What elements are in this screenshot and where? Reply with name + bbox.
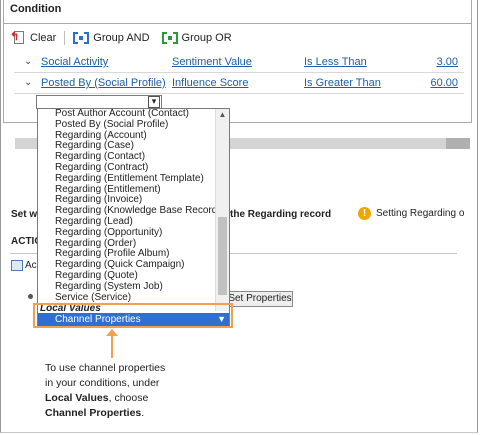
- row-value-link[interactable]: 3.00: [437, 56, 458, 68]
- warning-text: Setting Regarding o: [376, 208, 465, 219]
- dropdown-options: Post Author Account (Contact) Posted By …: [38, 109, 221, 326]
- group-or-icon: [161, 31, 178, 45]
- group-or-label: Group OR: [181, 32, 232, 44]
- callout-bold-local-values: Local Values: [45, 392, 109, 404]
- clear-button[interactable]: ↰ Clear: [4, 31, 62, 45]
- toolbar-separator: [64, 31, 66, 45]
- callout-arrow-line: [111, 334, 113, 358]
- dropdown-option[interactable]: Regarding (Entitlement Template): [38, 173, 216, 185]
- condition-toolbar: ↰ Clear Group AND Group OR: [4, 27, 471, 49]
- dropdown-option[interactable]: Posted By (Social Profile): [38, 119, 216, 131]
- callout-line-1: To use channel properties: [45, 362, 166, 374]
- callout-line-2: in your conditions, under: [45, 377, 160, 389]
- chevron-down-icon[interactable]: ⌄: [24, 56, 32, 67]
- condition-row: ⌄ Posted By (Social Profile) Influence S…: [14, 73, 464, 94]
- clear-label: Clear: [30, 32, 57, 44]
- row-operator-link[interactable]: Is Less Than: [304, 56, 367, 68]
- row-operator-link[interactable]: Is Greater Than: [304, 77, 381, 89]
- chevron-down-icon[interactable]: ⌄: [24, 77, 32, 88]
- group-and-label: Group AND: [93, 32, 150, 44]
- callout-bold-channel-properties: Channel Properties: [45, 407, 142, 419]
- row-value-link[interactable]: 60.00: [430, 77, 458, 89]
- row-attribute-link[interactable]: Influence Score: [172, 77, 248, 89]
- dropdown-option[interactable]: Service (Service): [38, 292, 216, 304]
- row-field-link[interactable]: Posted By (Social Profile): [41, 77, 166, 89]
- panel-title: Condition: [4, 0, 471, 24]
- condition-row: ⌄ Social Activity Sentiment Value Is Les…: [14, 52, 464, 73]
- condition-rows: ⌄ Social Activity Sentiment Value Is Les…: [14, 52, 464, 94]
- group-and-icon: [73, 31, 90, 45]
- chevron-down-icon[interactable]: ▾: [148, 96, 160, 108]
- entity-dropdown-list[interactable]: Post Author Account (Contact) Posted By …: [37, 108, 230, 327]
- bullet-icon: [28, 294, 33, 299]
- scroll-thumb-horizontal[interactable]: [446, 138, 470, 149]
- regarding-record-label: the Regarding record: [230, 209, 332, 220]
- set-when-label: Set w: [11, 209, 38, 220]
- callout-highlight-box: [33, 303, 233, 328]
- clear-icon: ↰: [10, 31, 26, 45]
- row-attribute-link[interactable]: Sentiment Value: [172, 56, 252, 68]
- group-and-button[interactable]: Group AND: [67, 31, 155, 45]
- row-field-link[interactable]: Social Activity: [41, 56, 108, 68]
- callout-text: To use channel properties in your condit…: [45, 361, 215, 421]
- add-action-label: Ac: [25, 259, 37, 271]
- scroll-thumb[interactable]: [218, 217, 227, 295]
- group-or-button[interactable]: Group OR: [156, 31, 238, 45]
- action-icon: [11, 259, 23, 271]
- warning-icon: !: [358, 207, 371, 220]
- scroll-up-icon[interactable]: ▲: [216, 109, 229, 121]
- warning-message: ! Setting Regarding o: [358, 207, 464, 220]
- callout-line-3: , choose: [108, 392, 149, 404]
- set-properties-button[interactable]: Set Properties: [227, 291, 293, 307]
- entity-select[interactable]: ▾: [36, 95, 162, 109]
- callout-line-4: .: [141, 407, 145, 419]
- dropdown-scrollbar[interactable]: ▲: [215, 109, 229, 311]
- dropdown-option[interactable]: Regarding (Opportunity): [38, 227, 216, 239]
- dropdown-option[interactable]: Regarding (System Job): [38, 281, 216, 293]
